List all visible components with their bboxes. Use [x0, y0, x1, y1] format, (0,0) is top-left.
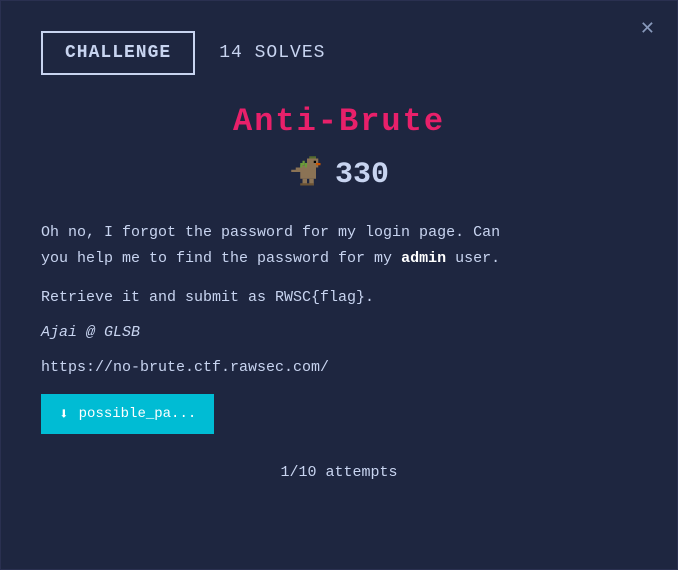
close-button[interactable]: ✕: [640, 19, 655, 37]
dino-icon: [289, 154, 325, 196]
admin-word: admin: [401, 250, 446, 267]
challenge-modal: ✕ CHALLENGE 14 SOLVES Anti-Brute: [0, 0, 678, 570]
download-button[interactable]: ⬇ possible_pa...: [41, 394, 214, 434]
download-icon: ⬇: [59, 404, 69, 424]
author-text: Ajai @ GLSB: [41, 324, 637, 341]
desc-part1: Oh no, I forgot the password for my logi…: [41, 224, 500, 241]
solves-count: 14 SOLVES: [219, 43, 325, 63]
points-value: 330: [335, 158, 389, 192]
challenge-description: Oh no, I forgot the password for my logi…: [41, 220, 637, 271]
desc-part3: user.: [455, 250, 500, 267]
challenge-tab: CHALLENGE: [41, 31, 195, 75]
challenge-title: Anti-Brute: [41, 103, 637, 140]
challenge-link: https://no-brute.ctf.rawsec.com/: [41, 359, 637, 376]
desc-part2: you help me to find the password for my: [41, 250, 392, 267]
download-label: possible_pa...: [79, 406, 197, 422]
points-row: 330: [41, 154, 637, 196]
attempts-count: 1/10 attempts: [41, 464, 637, 481]
retrieve-text: Retrieve it and submit as RWSC{flag}.: [41, 289, 637, 306]
top-bar: CHALLENGE 14 SOLVES: [41, 31, 637, 75]
